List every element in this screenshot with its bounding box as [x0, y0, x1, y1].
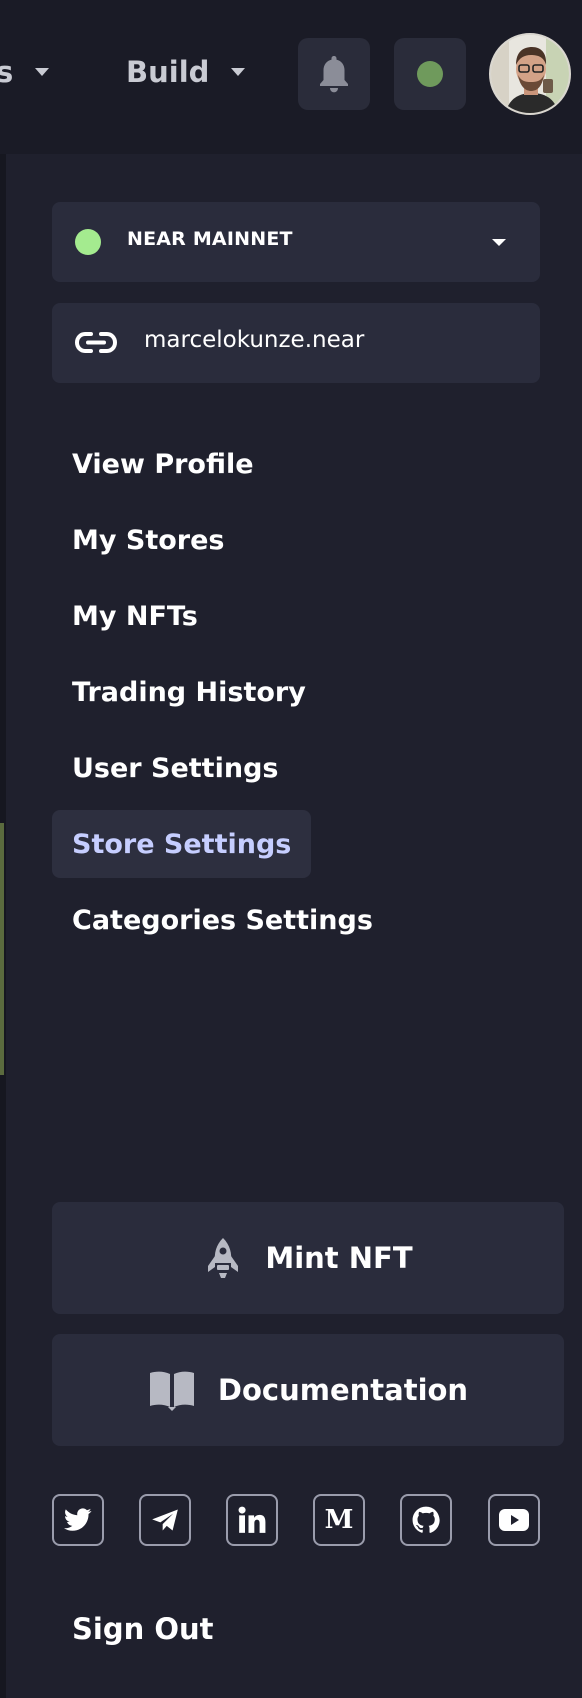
- menu-item-categories-settings[interactable]: Categories Settings: [52, 886, 393, 954]
- medium-icon: M: [324, 1505, 354, 1535]
- nav-services-label: s: [0, 55, 14, 89]
- notifications-button[interactable]: [298, 38, 370, 110]
- mint-nft-button[interactable]: Mint NFT: [52, 1202, 564, 1314]
- account-name: marcelokunze.near: [144, 327, 365, 353]
- chevron-down-icon: [492, 239, 506, 246]
- sign-out-button[interactable]: Sign Out: [72, 1612, 214, 1646]
- nav-build-menu[interactable]: Build: [126, 52, 246, 92]
- menu-item-trading-history[interactable]: Trading History: [52, 658, 326, 726]
- menu-item-label: Categories Settings: [72, 904, 373, 936]
- twitter-icon: [64, 1508, 92, 1531]
- documentation-label: Documentation: [217, 1373, 469, 1407]
- rocket-icon: [203, 1236, 243, 1280]
- menu-item-store-settings[interactable]: Store Settings: [52, 810, 312, 878]
- medium-link[interactable]: M: [313, 1494, 365, 1546]
- telegram-icon: [152, 1509, 178, 1531]
- twitter-link[interactable]: [52, 1494, 104, 1546]
- link-icon: [74, 332, 118, 353]
- network-status-button[interactable]: [394, 38, 466, 110]
- page-content-accent: [0, 823, 4, 1075]
- menu-item-label: Store Settings: [72, 828, 292, 860]
- bell-icon: [320, 56, 348, 93]
- documentation-button[interactable]: Documentation: [52, 1334, 564, 1446]
- mint-nft-label: Mint NFT: [265, 1241, 413, 1275]
- github-icon: [412, 1506, 440, 1533]
- avatar[interactable]: [489, 33, 571, 115]
- page: s Build NEAR MAINNET marcelokunze.near V…: [0, 0, 582, 1698]
- status-dot: [417, 61, 443, 87]
- nav-services-menu[interactable]: s: [0, 52, 50, 92]
- chevron-down-icon: [35, 68, 50, 76]
- chevron-down-icon: [231, 68, 246, 76]
- book-icon: [148, 1369, 196, 1411]
- github-link[interactable]: [400, 1494, 452, 1546]
- menu-item-view-profile[interactable]: View Profile: [52, 430, 274, 498]
- linkedin-icon: [238, 1506, 266, 1533]
- network-label: NEAR MAINNET: [127, 228, 293, 250]
- menu-item-label: My NFTs: [72, 600, 198, 632]
- telegram-link[interactable]: [139, 1494, 191, 1546]
- account-id-box[interactable]: marcelokunze.near: [52, 303, 540, 383]
- menu-item-my-stores[interactable]: My Stores: [52, 506, 244, 574]
- youtube-icon: [499, 1509, 529, 1531]
- menu-item-user-settings[interactable]: User Settings: [52, 734, 298, 802]
- menu-item-label: View Profile: [72, 448, 254, 480]
- menu-item-my-nfts[interactable]: My NFTs: [52, 582, 218, 650]
- network-status-dot: [75, 229, 101, 255]
- linkedin-link[interactable]: [226, 1494, 278, 1546]
- menu-item-label: User Settings: [72, 752, 279, 784]
- menu-item-label: My Stores: [72, 524, 225, 556]
- menu-item-label: Trading History: [72, 676, 306, 708]
- avatar-photo: [491, 35, 569, 113]
- network-selector[interactable]: NEAR MAINNET: [52, 202, 540, 282]
- youtube-link[interactable]: [488, 1494, 540, 1546]
- top-nav-bar: s Build: [0, 0, 582, 154]
- nav-build-label: Build: [126, 55, 210, 89]
